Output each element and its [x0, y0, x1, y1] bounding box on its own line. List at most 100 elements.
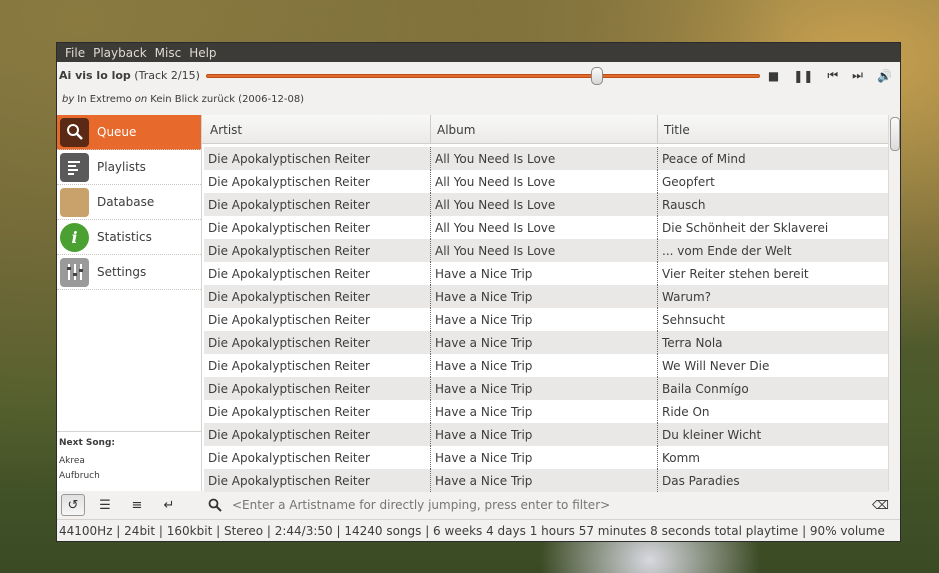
sidebar-item-database[interactable]: Database	[57, 185, 201, 220]
cell-artist: Die Apokalyptischen Reiter	[204, 193, 431, 216]
repeat-icon[interactable]: ↺	[61, 494, 85, 516]
cell-album: All You Need Is Love	[431, 147, 658, 170]
column-artist[interactable]: Artist	[204, 115, 431, 144]
cell-artist: Die Apokalyptischen Reiter	[204, 377, 431, 400]
seek-track	[205, 73, 760, 78]
status-bar: 44100Hz | 24bit | 160kbit | Stereo | 2:4…	[57, 519, 900, 541]
table-row[interactable]: Die Apokalyptischen Reiter Have a Nice Tr…	[204, 377, 888, 400]
table-row[interactable]: Die Apokalyptischen Reiter Have a Nice Tr…	[204, 331, 888, 354]
scrollbar-thumb[interactable]	[890, 117, 900, 151]
clear-icon[interactable]: ⌫	[872, 498, 889, 512]
cell-artist: Die Apokalyptischen Reiter	[204, 446, 431, 469]
table-row[interactable]: Die Apokalyptischen Reiter All You Need I…	[204, 216, 888, 239]
sidebar-item-queue[interactable]: Queue	[57, 115, 201, 150]
volume-icon[interactable]: 🔊	[877, 69, 892, 83]
table-row[interactable]: Die Apokalyptischen Reiter All You Need I…	[204, 239, 888, 262]
next-song-label: Next Song:	[59, 438, 115, 448]
sidebar-item-label: Queue	[97, 125, 137, 139]
cell-album: Have a Nice Trip	[431, 469, 658, 492]
database-icon	[60, 187, 89, 217]
table-row[interactable]: Die Apokalyptischen Reiter All You Need I…	[204, 147, 888, 170]
song-byline: by In Extremo on Kein Blick zurück (2006…	[57, 89, 900, 109]
cell-artist: Die Apokalyptischen Reiter	[204, 285, 431, 308]
seek-slider[interactable]	[205, 66, 760, 85]
cell-artist: Die Apokalyptischen Reiter	[204, 354, 431, 377]
column-album[interactable]: Album	[431, 115, 658, 144]
table-row[interactable]: Die Apokalyptischen Reiter Have a Nice Tr…	[204, 308, 888, 331]
pause-icon[interactable]: ❚❚	[793, 69, 813, 83]
cell-title: Peace of Mind	[662, 151, 746, 166]
menu-file[interactable]: File	[61, 46, 89, 60]
track-number: (Track 2/15)	[134, 69, 200, 82]
cell-title: Ride On	[662, 404, 710, 419]
next-song-title: Aufbruch	[59, 471, 100, 481]
cell-album: All You Need Is Love	[431, 239, 658, 262]
table-row[interactable]: Die Apokalyptischen Reiter All You Need I…	[204, 170, 888, 193]
cell-title: ... vom Ende der Welt	[662, 243, 792, 258]
cell-title: Du kleiner Wicht	[662, 427, 762, 442]
cell-album: Have a Nice Trip	[431, 377, 658, 400]
cell-title: Warum?	[662, 289, 712, 304]
cell-album: Have a Nice Trip	[431, 423, 658, 446]
cell-album: Have a Nice Trip	[431, 331, 658, 354]
menu-playback[interactable]: Playback	[89, 46, 151, 60]
table-row[interactable]: Die Apokalyptischen Reiter All You Need I…	[204, 193, 888, 216]
cell-album: Have a Nice Trip	[431, 285, 658, 308]
sidebar: Queue Playlists Database i Statistics Se…	[57, 115, 202, 491]
sidebar-item-playlists[interactable]: Playlists	[57, 150, 201, 185]
table-row[interactable]: Die Apokalyptischen Reiter Have a Nice Tr…	[204, 400, 888, 423]
table-row[interactable]: Die Apokalyptischen Reiter Have a Nice Tr…	[204, 446, 888, 469]
random-icon[interactable]: ☰	[93, 494, 117, 516]
stop-icon[interactable]: ■	[768, 69, 779, 83]
menu-help[interactable]: Help	[185, 46, 220, 60]
single-icon[interactable]: ↵	[157, 494, 181, 516]
cell-title: Komm	[662, 450, 700, 465]
main-area: Queue Playlists Database i Statistics Se…	[57, 115, 900, 492]
status-text: 44100Hz | 24bit | 160kbit | Stereo | 2:4…	[59, 523, 885, 538]
table-row[interactable]: Die Apokalyptischen Reiter Have a Nice Tr…	[204, 354, 888, 377]
cell-artist: Die Apokalyptischen Reiter	[204, 170, 431, 193]
sidebar-item-label: Playlists	[97, 160, 146, 174]
cell-artist: Die Apokalyptischen Reiter	[204, 147, 431, 170]
table-row[interactable]: Die Apokalyptischen Reiter Have a Nice Tr…	[204, 469, 888, 492]
cell-artist: Die Apokalyptischen Reiter	[204, 469, 431, 492]
cell-artist: Die Apokalyptischen Reiter	[204, 331, 431, 354]
song-title: Ai vis lo lop	[59, 69, 131, 82]
cell-title: Sehnsucht	[662, 312, 725, 327]
sidebar-item-statistics[interactable]: i Statistics	[57, 220, 201, 255]
cell-album: All You Need Is Love	[431, 193, 658, 216]
table-header: Artist Album Title	[202, 115, 900, 144]
table-row[interactable]: Die Apokalyptischen Reiter Have a Nice Tr…	[204, 285, 888, 308]
scrollbar[interactable]	[888, 115, 900, 491]
table-row[interactable]: Die Apokalyptischen Reiter Have a Nice Tr…	[204, 423, 888, 446]
consume-icon[interactable]: ≡	[125, 494, 149, 516]
search-bar: ⌫	[202, 494, 900, 516]
queue-table: Artist Album Title Die Apokalyptischen R…	[202, 115, 900, 492]
cell-title: Rausch	[662, 197, 706, 212]
cell-album: Have a Nice Trip	[431, 262, 658, 285]
next-icon[interactable]: ⏭	[852, 68, 863, 83]
table-row[interactable]: Die Apokalyptischen Reiter Have a Nice Tr…	[204, 262, 888, 285]
column-title[interactable]: Title	[658, 115, 888, 144]
search-input[interactable]	[232, 498, 872, 512]
cell-artist: Die Apokalyptischen Reiter	[204, 239, 431, 262]
menu-misc[interactable]: Misc	[151, 46, 186, 60]
sliders-icon	[60, 257, 89, 287]
cell-title: Das Paradies	[662, 473, 740, 488]
seek-handle[interactable]	[590, 66, 603, 85]
artist-name: In Extremo	[77, 93, 132, 105]
info-icon: i	[60, 222, 89, 252]
cell-title: Geopfert	[662, 174, 715, 189]
cell-album: All You Need Is Love	[431, 170, 658, 193]
app-window: File Playback Misc Help Ai vis lo lop (T…	[56, 42, 901, 542]
sidebar-item-settings[interactable]: Settings	[57, 255, 201, 290]
by-prefix: by	[62, 93, 75, 105]
menubar: File Playback Misc Help	[57, 43, 900, 62]
previous-icon[interactable]: ⏮	[827, 68, 838, 83]
table-body: Die Apokalyptischen Reiter All You Need I…	[204, 147, 888, 492]
search-icon	[60, 117, 89, 147]
sidebar-item-label: Settings	[97, 265, 147, 279]
cell-album: All You Need Is Love	[431, 216, 658, 239]
cell-album: Have a Nice Trip	[431, 446, 658, 469]
bottom-bar: ↺ ☰ ≡ ↵ ⌫	[57, 491, 900, 519]
